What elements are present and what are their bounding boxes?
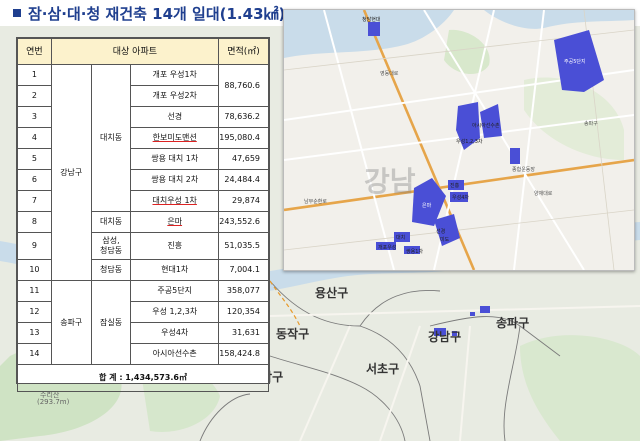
table-total: 합 계 : 1,434,573.6㎡ (17, 364, 269, 392)
row-name: 주공5단지 (130, 280, 219, 302)
label-woosung: 우성1,2,3차 (456, 139, 483, 145)
row-no: 12 (17, 301, 52, 323)
label-road1: 영동대로 (380, 71, 399, 77)
label-jinheung: 진흥 (450, 183, 460, 189)
row-no: 5 (17, 148, 52, 170)
district-songpa: 송파구 (496, 316, 530, 330)
title-bullet-icon (13, 9, 21, 17)
label-road3: 양재대로 (534, 191, 553, 197)
row-name: 개포 우성1차 (130, 64, 219, 86)
apartment-table: 연번 대상 아파트 면적(㎡) 1 강남구 대치동 개포 우성1차 88,760… (17, 38, 270, 392)
row-no: 6 (17, 169, 52, 191)
table-row: 1 강남구 대치동 개포 우성1차 88,760.6 (17, 64, 270, 281)
group-cheongdam: 청담동 (90, 259, 132, 281)
row-area: 29,874 (217, 190, 270, 212)
district-yongsan: 용산구 (315, 286, 349, 300)
label-mido: 미도 (440, 237, 450, 243)
table-header-row: 연번 대상 아파트 면적(㎡) (17, 38, 270, 65)
row-no: 7 (17, 190, 52, 212)
header-area: 면적(㎡) (217, 38, 270, 65)
row-no: 4 (17, 127, 52, 149)
row-name: 우성4차 (130, 322, 219, 344)
row-no: 1 (17, 64, 52, 86)
row-area: 243,552.6 (217, 211, 270, 233)
label-daechi: 대치 (396, 235, 406, 241)
label-songpa-area: 송파구 (584, 121, 598, 127)
district-gangnam: 강남구 (428, 330, 462, 344)
row-name: 현대1차 (130, 259, 219, 281)
label-eunma: 은마 (422, 203, 432, 209)
district-seocho: 서초구 (366, 362, 400, 376)
district-dongjak: 동작구 (276, 327, 310, 341)
row-area: 195,080.4 (217, 127, 270, 149)
group-jamsil: 잠실동 (90, 280, 132, 365)
row-no: 2 (17, 85, 52, 107)
row-name: 한보미도맨션 (130, 127, 219, 149)
label-cheongdam: 청담현대 (362, 17, 381, 23)
row-area: 31,631 (217, 322, 270, 344)
row-no: 8 (17, 211, 52, 233)
table-total-row: 합 계 : 1,434,573.6㎡ (17, 364, 269, 392)
mountain-height: (293.7m) (37, 398, 70, 406)
row-name: 대치우성 1차 (130, 190, 219, 212)
row-no: 11 (17, 280, 52, 302)
row-no: 13 (17, 322, 52, 344)
row-area: 88,760.6 (217, 64, 270, 107)
row-name: 우성 1,2,3차 (130, 301, 219, 323)
label-gaepo: 개포우성 (378, 245, 397, 251)
row-area: 24,484.4 (217, 169, 270, 191)
row-no: 9 (17, 232, 52, 260)
apartment-table-panel: 연번 대상 아파트 면적(㎡) 1 강남구 대치동 개포 우성1차 88,760… (16, 37, 270, 392)
row-area: 358,077 (217, 280, 270, 302)
row-no: 3 (17, 106, 52, 128)
row-no: 14 (17, 343, 52, 365)
group-samseong: 삼성, 청담동 (90, 232, 132, 260)
label-sunkyung: 선경 (436, 229, 446, 235)
row-name: 개포 우성2차 (130, 85, 219, 107)
table-row: 11 송파구 잠실동 주공5단지 358,077 (17, 280, 270, 365)
label-ssangyong: 쌍용1차 (406, 249, 423, 255)
header-no: 연번 (17, 38, 52, 65)
row-area: 158,424.8 (217, 343, 270, 365)
row-no: 10 (17, 259, 52, 281)
label-jamsil-station: 종합운동장 (512, 167, 536, 173)
label-complex5: 주공5단지 (564, 59, 586, 65)
row-area: 51,035.5 (217, 232, 270, 260)
row-area: 7,004.1 (217, 259, 270, 281)
header-target: 대상 아파트 (50, 38, 219, 65)
row-name: 아시아선수촌 (130, 343, 219, 365)
group-daechi-1: 대치동 (90, 64, 132, 212)
row-area: 47,659 (217, 148, 270, 170)
inset-watermark: 강남 (364, 165, 416, 198)
row-name: 은마 (130, 211, 219, 233)
page-title: 잠·삼·대·청 재건축 14개 일대(1.43㎢) (28, 5, 286, 23)
group-songpa: 송파구 (50, 280, 92, 365)
row-name: 쌍용 대치 1차 (130, 148, 219, 170)
row-area: 120,354 (217, 301, 270, 323)
label-road2: 남부순환로 (304, 199, 328, 205)
label-asia: 아시아선수촌 (472, 123, 500, 129)
row-area: 78,636.2 (217, 106, 270, 128)
label-woosung4: 우성4차 (452, 195, 469, 201)
inset-map: 강남 주공5단지 아시아선수촌 종합운동장 송파구 우성1,2,3차 은마 진흥… (283, 9, 635, 271)
group-gangnam: 강남구 (50, 64, 92, 281)
row-name: 선경 (130, 106, 219, 128)
row-name: 진흥 (130, 232, 219, 260)
group-daechi-2: 대치동 (90, 211, 132, 233)
row-name: 쌍용 대치 2차 (130, 169, 219, 191)
